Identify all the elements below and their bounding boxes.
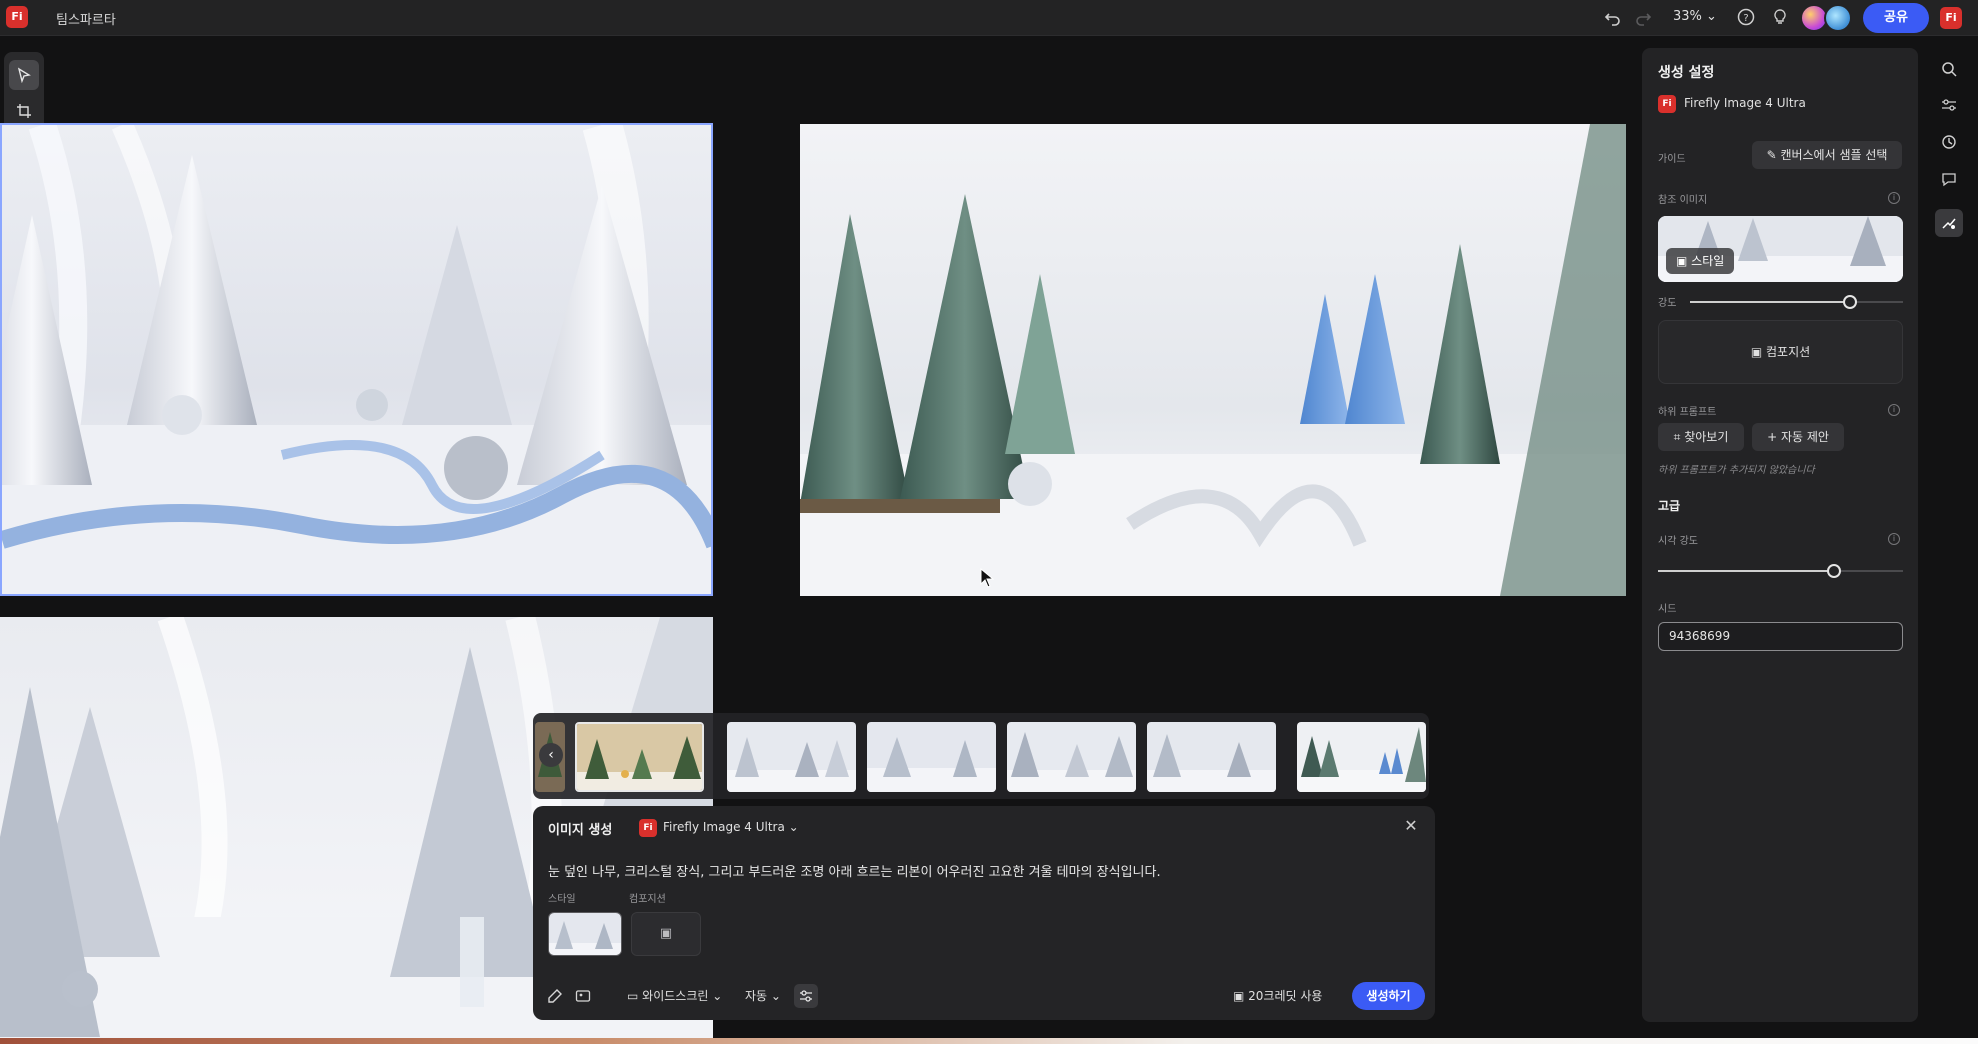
browse-button[interactable]: ⌗ 찾아보기 — [1658, 423, 1744, 451]
strength-slider-fill — [1690, 301, 1850, 303]
chevron-left-icon[interactable]: ‹ — [539, 743, 563, 767]
aspect-ratio-dropdown[interactable]: ▭ 와이드스크린 ⌄ — [627, 987, 722, 1004]
lightbulb-icon[interactable] — [1770, 8, 1790, 28]
composition-label: 컴포지션 — [629, 894, 666, 905]
taskbar-edge — [0, 1038, 1978, 1044]
thumbnail[interactable] — [1297, 722, 1426, 792]
visual-intensity-label: 시각 강도 — [1658, 536, 1698, 547]
comment-icon[interactable] — [1935, 165, 1963, 193]
select-tool-icon[interactable] — [9, 60, 39, 90]
reference-image-label: 참조 이미지 — [1658, 195, 1708, 206]
redo-icon[interactable] — [1633, 8, 1653, 28]
seed-input[interactable]: 94368699 — [1658, 622, 1903, 651]
info-icon[interactable]: i — [1888, 533, 1900, 545]
history-icon[interactable] — [1935, 128, 1963, 156]
reference-image-thumbnail[interactable]: ▣ 스타일 — [1658, 216, 1903, 282]
generate-button[interactable]: 생성하기 — [1352, 982, 1425, 1010]
mode-dropdown[interactable]: 자동 ⌄ — [745, 987, 781, 1004]
svg-text:?: ? — [1743, 13, 1748, 24]
canvas-image-1[interactable] — [0, 123, 713, 596]
avatar[interactable] — [1824, 4, 1852, 32]
advanced-title: 고급 — [1658, 499, 1681, 513]
negative-prompt-label: 하위 프롬프트 — [1658, 407, 1717, 418]
top-bar: Fi 팀스파르타 33% ⌄ ? 공유 Fi — [0, 0, 1978, 36]
strength-label: 강도 — [1658, 298, 1677, 309]
collaborator-avatars[interactable] — [1800, 4, 1856, 32]
style-reference-thumbnail[interactable] — [548, 912, 622, 956]
thumbnail[interactable] — [867, 722, 996, 792]
document-title[interactable]: 팀스파르타 — [56, 9, 116, 28]
crop-tool-icon[interactable] — [9, 96, 39, 126]
info-icon[interactable]: i — [1888, 192, 1900, 204]
firefly-model-icon: Fi — [1658, 95, 1676, 113]
eyedropper-icon[interactable] — [543, 984, 567, 1008]
info-icon[interactable]: i — [1888, 404, 1900, 416]
auto-suggest-button[interactable]: + 자동 제안 — [1752, 423, 1844, 451]
style-chip[interactable]: ▣ 스타일 — [1666, 248, 1735, 274]
image-reference-icon[interactable] — [571, 984, 595, 1008]
thumbnail[interactable] — [1007, 722, 1136, 792]
user-profile-icon[interactable]: Fi — [1940, 7, 1962, 29]
credits-usage: ▣ 20크레딧 사용 — [1233, 989, 1323, 1003]
zoom-level[interactable]: 33% ⌄ — [1673, 9, 1717, 24]
guide-label: 가이드 — [1658, 154, 1686, 165]
prompt-input[interactable]: 눈 덮인 나무, 크리스털 장식, 그리고 부드러운 조명 아래 흐르는 리본이… — [548, 861, 1418, 880]
adjustments-icon[interactable] — [1935, 91, 1963, 119]
visual-intensity-slider[interactable] — [1658, 564, 1903, 578]
variation-filmstrip: ‹ — [533, 713, 1429, 799]
strength-slider-handle[interactable] — [1842, 295, 1857, 309]
style-label: 스타일 — [548, 894, 576, 905]
negative-prompt-note: 하위 프롬프트가 추가되지 않았습니다 — [1658, 465, 1815, 476]
visual-intensity-slider-handle[interactable] — [1827, 564, 1842, 578]
canvas-image-2[interactable] — [800, 124, 1626, 596]
undo-icon[interactable] — [1603, 8, 1623, 28]
generate-panel-title: 이미지 생성 — [548, 823, 613, 838]
sample-from-canvas-button[interactable]: ✎ 캔버스에서 샘플 선택 — [1752, 141, 1902, 169]
strength-slider[interactable] — [1690, 295, 1903, 309]
seed-label: 시드 — [1658, 604, 1677, 615]
visual-intensity-slider-fill — [1658, 570, 1835, 572]
generate-image-panel: 이미지 생성 Fi Firefly Image 4 Ultra ⌄ ✕ 눈 덮인… — [533, 806, 1435, 1020]
thumbnail[interactable] — [727, 722, 856, 792]
thumbnail[interactable] — [575, 722, 704, 792]
search-icon[interactable] — [1935, 55, 1963, 83]
composition-image-icon[interactable]: ▣ — [631, 912, 701, 956]
help-icon[interactable]: ? — [1736, 8, 1756, 28]
model-selector[interactable]: Firefly Image 4 Ultra ⌄ — [663, 820, 799, 834]
firefly-logo-icon[interactable]: Fi — [6, 6, 28, 28]
close-icon[interactable]: ✕ — [1401, 816, 1421, 836]
generation-settings-panel: 생성 설정 Fi Firefly Image 4 Ultra 가이드 ✎ 캔버스… — [1642, 48, 1918, 1022]
share-button[interactable]: 공유 — [1863, 3, 1929, 33]
panel-title: 생성 설정 — [1658, 65, 1715, 81]
generation-settings-icon[interactable] — [794, 984, 818, 1008]
firefly-model-icon: Fi — [639, 819, 657, 837]
thumbnail[interactable] — [1147, 722, 1276, 792]
generation-settings-icon[interactable] — [1935, 209, 1963, 237]
model-name[interactable]: Firefly Image 4 Ultra — [1684, 96, 1806, 110]
composition-button[interactable]: ▣ 컴포지션 — [1658, 320, 1903, 384]
mouse-cursor-icon — [980, 567, 995, 588]
